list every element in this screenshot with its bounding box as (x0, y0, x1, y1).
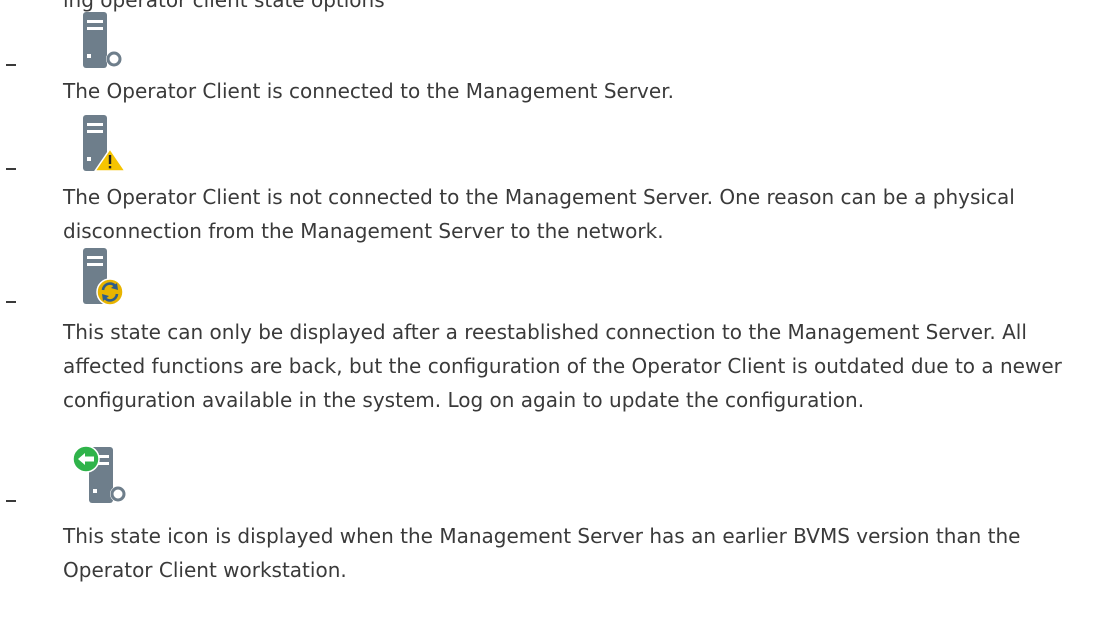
list-item-text: The Operator Client is connected to the … (63, 79, 674, 103)
list-item-text: This state icon is displayed when the Ma… (63, 524, 1021, 582)
list-dash (6, 301, 16, 303)
list-item-text: This state can only be displayed after a… (63, 320, 1062, 412)
server-warning-icon (83, 115, 127, 172)
list-dash (6, 500, 16, 502)
server-earlier-version-icon (73, 445, 126, 503)
list-dash (6, 168, 16, 170)
list-dash (6, 64, 16, 66)
list-item-text: The Operator Client is not connected to … (63, 185, 1015, 243)
server-sync-icon (83, 248, 124, 306)
server-connected-icon (83, 12, 122, 68)
